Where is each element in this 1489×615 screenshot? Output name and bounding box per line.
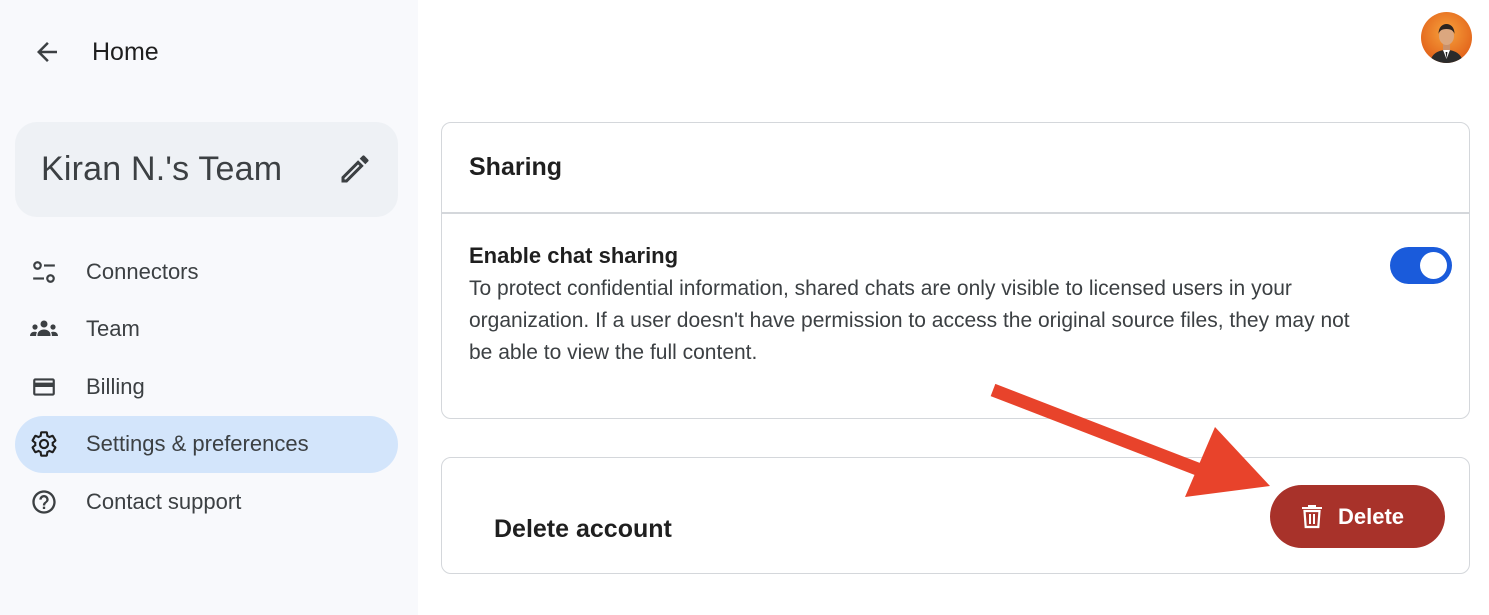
sidebar-item-label: Billing (86, 373, 145, 399)
help-icon (29, 487, 59, 517)
gear-icon (29, 429, 59, 459)
chat-sharing-toggle[interactable] (1390, 247, 1452, 284)
sidebar: Home Kiran N.'s Team Connectors Team Bil… (0, 0, 418, 615)
back-arrow-icon[interactable] (30, 35, 64, 69)
sharing-card: Sharing Enable chat sharing To protect c… (441, 122, 1470, 419)
delete-button-label: Delete (1338, 503, 1405, 529)
setting-description: To protect confidential information, sha… (469, 277, 1350, 364)
section-title: Sharing (469, 153, 563, 181)
delete-account-card: Delete account Delete (441, 457, 1470, 574)
team-icon (29, 314, 59, 344)
credit-card-icon (29, 372, 59, 402)
team-name: Kiran N.'s Team (41, 150, 283, 188)
sidebar-item-contact-support[interactable]: Contact support (15, 473, 398, 531)
delete-account-title: Delete account (494, 515, 672, 543)
sidebar-item-label: Team (86, 316, 140, 342)
sidebar-item-team[interactable]: Team (15, 301, 398, 359)
pencil-edit-icon[interactable] (337, 151, 373, 187)
sidebar-item-label: Settings & preferences (86, 431, 309, 457)
sidebar-item-label: Connectors (86, 258, 199, 284)
sidebar-item-settings[interactable]: Settings & preferences (15, 415, 398, 473)
home-link[interactable]: Home (92, 38, 159, 67)
user-avatar[interactable] (1421, 12, 1472, 63)
trash-icon (1300, 503, 1324, 529)
delete-button[interactable]: Delete (1270, 485, 1445, 548)
connectors-icon (29, 257, 59, 287)
toggle-knob (1420, 252, 1447, 279)
divider (442, 212, 1469, 214)
sidebar-item-label: Contact support (86, 488, 242, 514)
setting-title: Enable chat sharing (469, 243, 679, 268)
sidebar-nav: Connectors Team Billing Settings & prefe… (15, 243, 398, 531)
team-card: Kiran N.'s Team (15, 122, 398, 217)
home-nav: Home (30, 32, 159, 72)
sidebar-item-billing[interactable]: Billing (15, 358, 398, 416)
sidebar-item-connectors[interactable]: Connectors (15, 243, 398, 301)
